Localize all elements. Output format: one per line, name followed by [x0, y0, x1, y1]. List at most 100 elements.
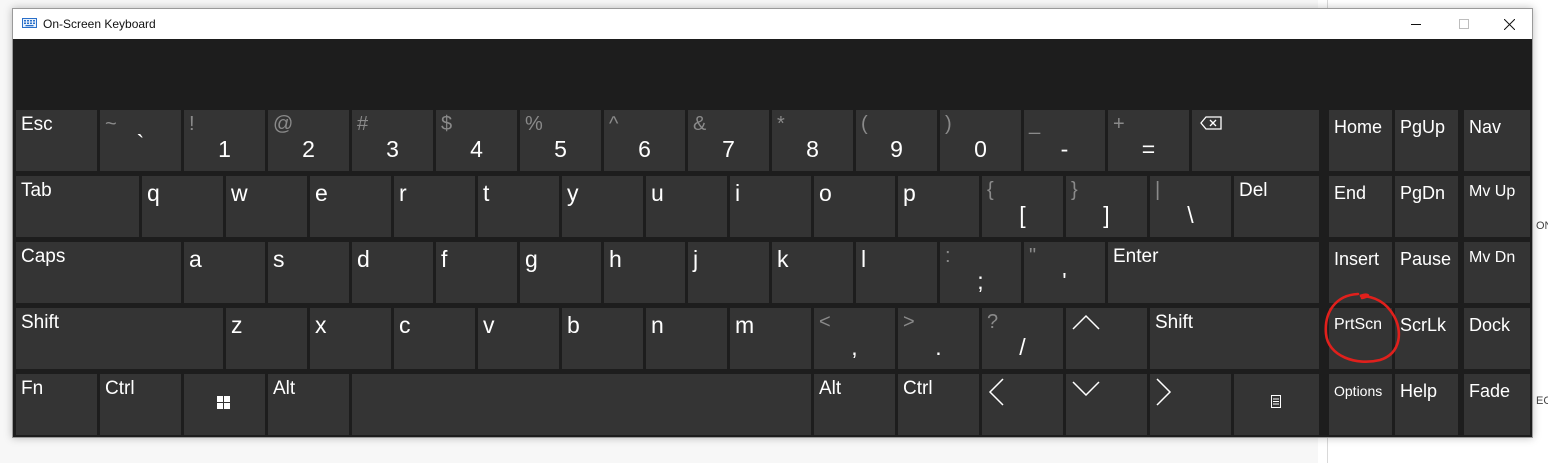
key-4[interactable]: $4: [436, 110, 517, 171]
key-x[interactable]: x: [310, 308, 391, 369]
key-fade[interactable]: Fade: [1464, 374, 1530, 435]
key-caps[interactable]: Caps: [16, 242, 181, 303]
key-7[interactable]: & 7: [688, 110, 769, 171]
key-left-alt[interactable]: Alt: [268, 374, 349, 435]
windows-logo-icon: [217, 396, 230, 409]
key-minus[interactable]: _ -: [1024, 110, 1105, 171]
backspace-icon: [1200, 116, 1222, 130]
key-space[interactable]: [352, 374, 811, 435]
key-scrlk[interactable]: ScrLk: [1395, 308, 1458, 369]
key-mv-dn[interactable]: Mv Dn: [1464, 242, 1530, 303]
key-i[interactable]: i: [730, 176, 811, 237]
key-c[interactable]: c: [394, 308, 475, 369]
key-windows[interactable]: [184, 374, 265, 435]
key-q[interactable]: q: [142, 176, 223, 237]
key-pause[interactable]: Pause: [1395, 242, 1458, 303]
close-icon: [1503, 18, 1515, 30]
key-pgup[interactable]: PgUp: [1395, 110, 1458, 171]
key-1[interactable]: ! 1: [184, 110, 265, 171]
key-insert[interactable]: Insert: [1329, 242, 1392, 303]
key-enter[interactable]: Enter: [1108, 242, 1319, 303]
key-p[interactable]: p: [898, 176, 979, 237]
key-mv-up[interactable]: Mv Up: [1464, 176, 1530, 237]
key-d[interactable]: d: [352, 242, 433, 303]
key-down-arrow[interactable]: [1066, 374, 1147, 435]
key-del[interactable]: Del: [1234, 176, 1319, 237]
key-6[interactable]: ^ 6: [604, 110, 685, 171]
key-prtscn[interactable]: PrtScn: [1329, 308, 1392, 369]
key-g[interactable]: g: [520, 242, 601, 303]
key-0[interactable]: ) 0: [940, 110, 1021, 171]
key-e[interactable]: e: [310, 176, 391, 237]
title-bar[interactable]: On-Screen Keyboard: [13, 9, 1532, 39]
key-b[interactable]: b: [562, 308, 643, 369]
key-u[interactable]: u: [646, 176, 727, 237]
key-backspace[interactable]: [1192, 110, 1319, 171]
key-home[interactable]: Home: [1329, 110, 1392, 171]
key-pgdn[interactable]: PgDn: [1395, 176, 1458, 237]
key-9[interactable]: (9: [856, 110, 937, 171]
key-help[interactable]: Help: [1395, 374, 1458, 435]
key-tab[interactable]: Tab: [16, 176, 139, 237]
key-fn[interactable]: Fn: [16, 374, 97, 435]
key-dock[interactable]: Dock: [1464, 308, 1530, 369]
minimize-button[interactable]: [1393, 9, 1439, 39]
key-up-arrow[interactable]: [1066, 308, 1147, 369]
keyboard-icon: [22, 18, 37, 28]
window-title: On-Screen Keyboard: [43, 17, 156, 31]
key-menu[interactable]: [1234, 374, 1319, 435]
key-3[interactable]: #3: [352, 110, 433, 171]
key-f[interactable]: f: [436, 242, 517, 303]
key-n[interactable]: n: [646, 308, 727, 369]
maximize-button[interactable]: [1441, 9, 1487, 39]
key-end[interactable]: End: [1329, 176, 1392, 237]
key-period[interactable]: >.: [898, 308, 979, 369]
up-arrow-icon: [1072, 314, 1100, 330]
key-h[interactable]: h: [604, 242, 685, 303]
key-quote[interactable]: " ': [1024, 242, 1105, 303]
key-left-arrow[interactable]: [982, 374, 1063, 435]
key-r[interactable]: r: [394, 176, 475, 237]
key-backtick[interactable]: ~ `: [100, 110, 181, 171]
down-arrow-icon: [1072, 381, 1100, 396]
key-t[interactable]: t: [478, 176, 559, 237]
key-right-ctrl[interactable]: Ctrl: [898, 374, 979, 435]
key-a[interactable]: a: [184, 242, 265, 303]
key-left-bracket[interactable]: {[: [982, 176, 1063, 237]
key-s[interactable]: s: [268, 242, 349, 303]
key-v[interactable]: v: [478, 308, 559, 369]
background-partial-text: EC: [1536, 395, 1548, 407]
key-esc[interactable]: Esc: [16, 110, 97, 171]
key-left-shift[interactable]: Shift: [16, 308, 223, 369]
close-button[interactable]: [1486, 9, 1532, 39]
key-z[interactable]: z: [226, 308, 307, 369]
menu-icon: [1271, 395, 1281, 408]
key-left-ctrl[interactable]: Ctrl: [100, 374, 181, 435]
key-semicolon[interactable]: :;: [940, 242, 1021, 303]
background-partial-text: ON: [1536, 220, 1548, 232]
maximize-icon: [1459, 19, 1469, 29]
key-equals[interactable]: + =: [1108, 110, 1189, 171]
left-arrow-icon: [988, 378, 1004, 406]
key-slash[interactable]: ? /: [982, 308, 1063, 369]
key-backslash[interactable]: | \: [1150, 176, 1231, 237]
key-w[interactable]: w: [226, 176, 307, 237]
key-5[interactable]: % 5: [520, 110, 601, 171]
key-k[interactable]: k: [772, 242, 853, 303]
key-comma[interactable]: <,: [814, 308, 895, 369]
key-right-bracket[interactable]: }]: [1066, 176, 1147, 237]
on-screen-keyboard-window: On-Screen Keyboard Esc ~ ` ! 1 @2 #3 $4 % 5…: [12, 8, 1533, 438]
key-right-alt[interactable]: Alt: [814, 374, 895, 435]
key-right-arrow[interactable]: [1150, 374, 1231, 435]
minimize-icon: [1411, 24, 1421, 25]
key-nav[interactable]: Nav: [1464, 110, 1530, 171]
key-options[interactable]: Options: [1329, 374, 1392, 435]
key-j[interactable]: j: [688, 242, 769, 303]
key-right-shift[interactable]: Shift: [1150, 308, 1319, 369]
key-l[interactable]: l: [856, 242, 937, 303]
key-8[interactable]: * 8: [772, 110, 853, 171]
key-y[interactable]: y: [562, 176, 643, 237]
key-2[interactable]: @2: [268, 110, 349, 171]
key-m[interactable]: m: [730, 308, 811, 369]
key-o[interactable]: o: [814, 176, 895, 237]
